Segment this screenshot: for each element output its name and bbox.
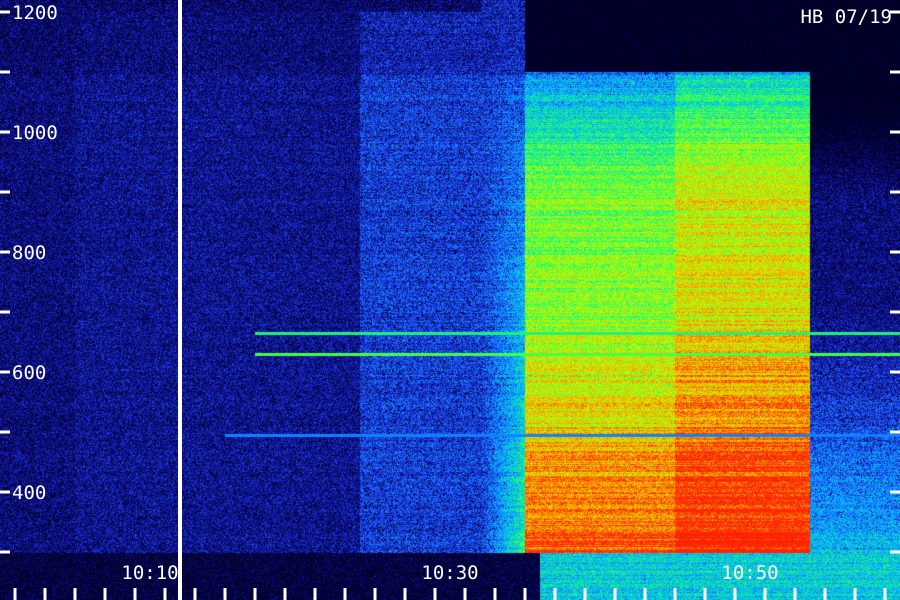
chart-overlay: 1200 1000 800 600 400 10:10 10:30 10:50 HB 07/…	[0, 0, 900, 600]
y-tick-label: 600	[12, 362, 46, 384]
y-axis-ticks	[0, 10, 900, 554]
y-tick-label: 1200	[12, 2, 58, 24]
date-stamp: HB 07/19	[800, 6, 892, 28]
x-tick-label: 10:50	[721, 562, 778, 584]
y-tick-label: 400	[12, 482, 46, 504]
y-axis-labels: 1200 1000 800 600 400	[12, 2, 58, 504]
x-axis-labels: 10:10 10:30 10:50	[121, 562, 778, 584]
x-tick-label: 10:10	[121, 562, 178, 584]
x-axis-ticks	[13, 588, 887, 600]
y-tick-label: 1000	[12, 122, 58, 144]
x-tick-label: 10:30	[421, 562, 478, 584]
y-tick-label: 800	[12, 242, 46, 264]
